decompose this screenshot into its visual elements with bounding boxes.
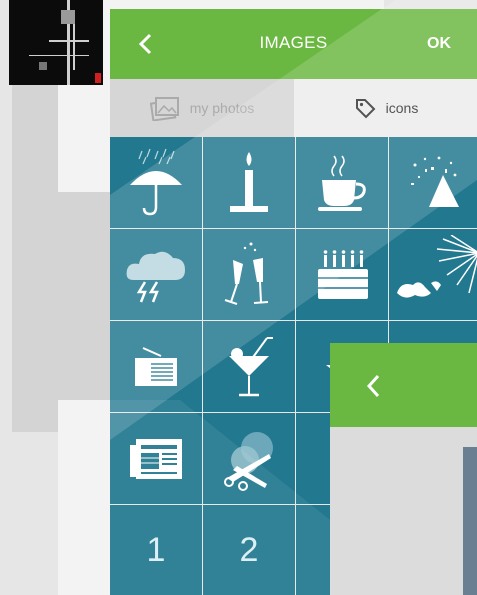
number-two-label: 2 bbox=[239, 531, 259, 569]
newspaper-icon bbox=[130, 438, 182, 479]
champagne-toast-icon bbox=[224, 242, 269, 305]
birthday-cake-tile[interactable] bbox=[296, 229, 388, 320]
scissors-tile[interactable] bbox=[203, 413, 295, 504]
number-one-label: 1 bbox=[146, 531, 166, 569]
beach-sun-icon bbox=[397, 234, 477, 298]
umbrella-rain-tile[interactable] bbox=[110, 137, 202, 228]
tab-icons-label: icons bbox=[385, 100, 419, 116]
tab-bar: my photos icons bbox=[110, 79, 477, 137]
storm-cloud-tile[interactable] bbox=[110, 229, 202, 320]
birthday-cake-icon bbox=[318, 249, 368, 299]
radio-icon bbox=[135, 346, 177, 386]
tag-icon bbox=[355, 99, 376, 119]
cocktail-tile[interactable] bbox=[203, 321, 295, 412]
party-hat-icon bbox=[411, 156, 459, 207]
champagne-toast-tile[interactable] bbox=[203, 229, 295, 320]
newspaper-tile[interactable] bbox=[110, 413, 202, 504]
number-one-tile[interactable]: 1 bbox=[110, 505, 202, 595]
dialog-header: IMAGES OK bbox=[110, 9, 477, 79]
secondary-back-button[interactable] bbox=[360, 371, 390, 401]
candle-tile[interactable] bbox=[203, 137, 295, 228]
tab-icons[interactable]: icons bbox=[294, 79, 477, 137]
tab-my-photos[interactable]: my photos bbox=[110, 79, 294, 137]
scissors-icon bbox=[224, 431, 273, 491]
storm-cloud-icon bbox=[126, 251, 185, 302]
coffee-cup-tile[interactable] bbox=[296, 137, 388, 228]
party-hat-tile[interactable] bbox=[389, 137, 477, 228]
chevron-left-icon bbox=[366, 374, 380, 398]
preview-image bbox=[463, 447, 477, 595]
dialog-title: IMAGES bbox=[259, 33, 328, 52]
radio-tile[interactable] bbox=[110, 321, 202, 412]
cocktail-icon bbox=[229, 336, 273, 396]
number-two-tile[interactable]: 2 bbox=[203, 505, 295, 595]
secondary-dialog-header bbox=[330, 343, 477, 427]
photo-thumbnail[interactable] bbox=[9, 0, 103, 85]
umbrella-rain-icon bbox=[130, 148, 182, 215]
coffee-cup-icon bbox=[318, 155, 366, 211]
ok-button[interactable]: OK bbox=[427, 35, 451, 53]
photos-icon bbox=[149, 97, 179, 121]
tab-my-photos-label: my photos bbox=[189, 100, 255, 116]
beach-sun-tile[interactable] bbox=[389, 229, 477, 320]
secondary-dialog bbox=[330, 343, 477, 595]
candle-icon bbox=[230, 151, 268, 212]
